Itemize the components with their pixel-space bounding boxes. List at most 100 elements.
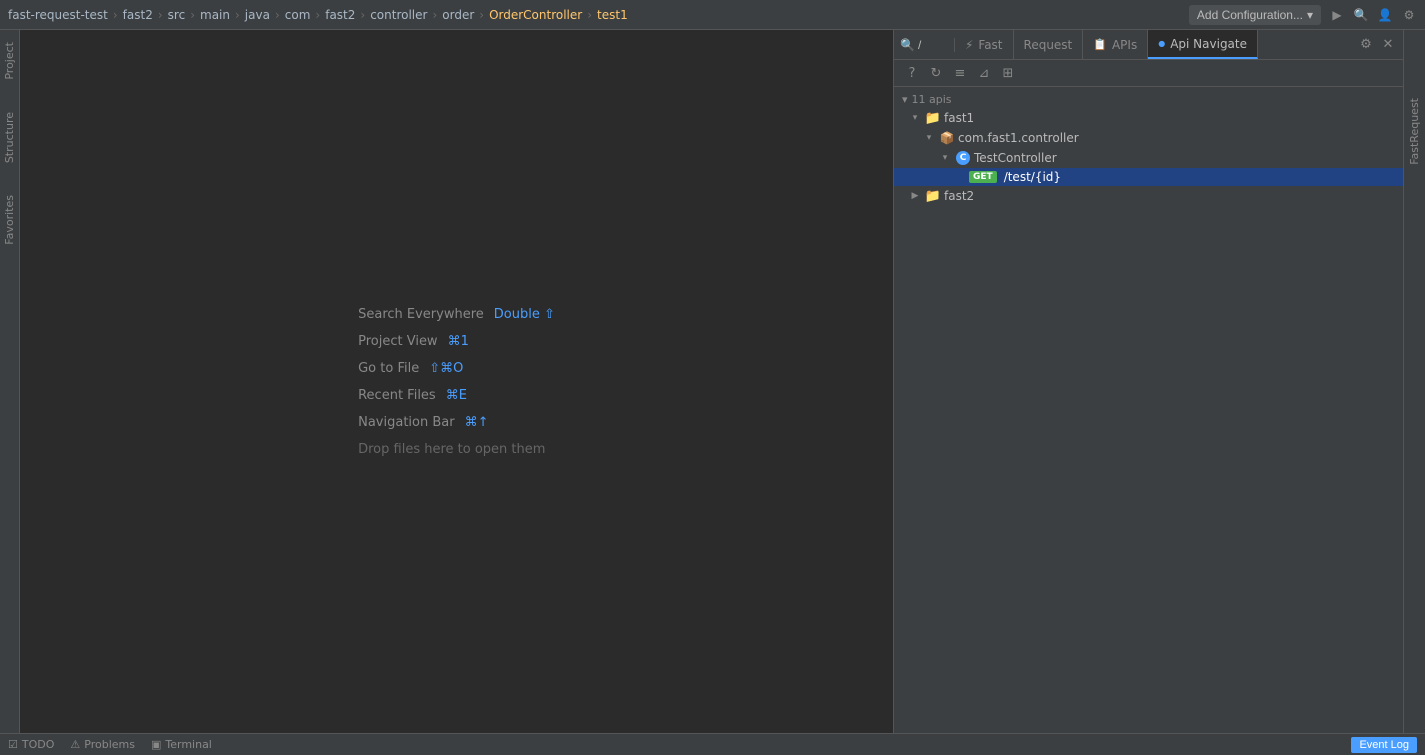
tree-label-package: com.fast1.controller xyxy=(958,131,1079,145)
add-configuration-button[interactable]: Add Configuration... ▾ xyxy=(1189,5,1321,25)
top-bar: fast-request-test › fast2 › src › main ›… xyxy=(0,0,1425,30)
breadcrumb-controller[interactable]: controller xyxy=(370,8,427,22)
hint-search-shortcut: Double ⇧ xyxy=(494,307,555,322)
panel-header-actions: ⚙ ✕ xyxy=(1355,34,1403,56)
settings-panel-icon[interactable]: ⚙ xyxy=(1355,34,1377,56)
tree-label-fast2: fast2 xyxy=(944,189,974,203)
tree-item-package[interactable]: ▾ 📦 com.fast1.controller xyxy=(894,128,1403,148)
get-badge: GET xyxy=(969,171,997,183)
right-edge-sidebar: FastRequest xyxy=(1403,30,1425,733)
folder-icon-fast1: 📁 xyxy=(925,110,941,126)
hint-drop-label: Drop files here to open them xyxy=(358,442,545,457)
right-panel-header: 🔍 ⚡ Fast Request 📋 APIs ● Api Navigate ⚙ xyxy=(894,30,1403,60)
breadcrumb-class[interactable]: OrderController xyxy=(489,8,582,22)
right-panel: 🔍 ⚡ Fast Request 📋 APIs ● Api Navigate ⚙ xyxy=(893,30,1403,733)
add-config-label: Add Configuration... xyxy=(1197,8,1303,22)
class-icon-test-controller: C xyxy=(955,150,971,166)
search-icon-panel: 🔍 xyxy=(900,38,915,52)
breadcrumb: fast-request-test › fast2 › src › main ›… xyxy=(8,8,628,22)
apis-tab-label: APIs xyxy=(1112,38,1137,52)
request-tab-label: Request xyxy=(1024,38,1073,52)
chevron-down-icon: ▾ xyxy=(908,111,922,125)
todo-icon: ☑ xyxy=(8,738,18,751)
breadcrumb-module[interactable]: fast2 xyxy=(123,8,153,22)
tree-root-count: ▾ 11 apis xyxy=(894,91,1403,108)
panel-search-area: 🔍 xyxy=(894,38,955,52)
sidebar-item-favorites[interactable]: Favorites xyxy=(0,187,19,253)
apis-tab-icon: 📋 xyxy=(1093,38,1107,51)
tab-request[interactable]: Request xyxy=(1014,30,1084,59)
tab-apis[interactable]: 📋 APIs xyxy=(1083,30,1148,59)
settings-icon[interactable]: ⚙ xyxy=(1401,7,1417,23)
breadcrumb-fast2[interactable]: fast2 xyxy=(325,8,355,22)
main-layout: Project Structure Favorites Search Every… xyxy=(0,30,1425,733)
breadcrumb-project[interactable]: fast-request-test xyxy=(8,8,108,22)
status-terminal[interactable]: ▣ Terminal xyxy=(151,738,212,751)
breadcrumb-method[interactable]: test1 xyxy=(597,8,628,22)
tree-label-fast1: fast1 xyxy=(944,111,974,125)
run-button[interactable]: ▶ xyxy=(1329,7,1345,23)
breadcrumb-com[interactable]: com xyxy=(285,8,311,22)
status-todo[interactable]: ☑ TODO xyxy=(8,738,54,751)
problems-label: Problems xyxy=(84,738,135,751)
hint-search-label: Search Everywhere xyxy=(358,307,484,322)
filter-icon[interactable]: ⊿ xyxy=(974,63,994,83)
fast-tab-label: Fast xyxy=(978,38,1002,52)
hint-navbar-label: Navigation Bar xyxy=(358,415,454,430)
breadcrumb-main[interactable]: main xyxy=(200,8,230,22)
api-navigate-tab-icon: ● xyxy=(1158,39,1165,48)
fast-tab-icon: ⚡ xyxy=(965,38,973,52)
hint-recent-label: Recent Files xyxy=(358,388,436,403)
tab-api-navigate[interactable]: ● Api Navigate xyxy=(1148,30,1258,59)
event-log-button[interactable]: Event Log xyxy=(1351,737,1417,753)
hint-project-shortcut: ⌘1 xyxy=(448,334,469,349)
tree-toolbar: ? ↻ ≡ ⊿ ⊞ xyxy=(894,60,1403,87)
grid-icon[interactable]: ⊞ xyxy=(998,63,1018,83)
hint-navbar-shortcut: ⌘↑ xyxy=(465,415,489,430)
chevron-right-icon: ▶ xyxy=(908,189,922,203)
hint-navbar: Navigation Bar ⌘↑ xyxy=(358,415,555,430)
package-icon: 📦 xyxy=(939,130,955,146)
hint-search: Search Everywhere Double ⇧ xyxy=(358,307,555,322)
todo-label: TODO xyxy=(22,738,55,751)
tree-root-label-text: 11 apis xyxy=(912,93,952,106)
editor-area: Search Everywhere Double ⇧ Project View … xyxy=(20,30,893,733)
tree-item-test-get[interactable]: GET /test/{id} xyxy=(894,168,1403,186)
api-navigate-tab-label: Api Navigate xyxy=(1170,37,1247,51)
breadcrumb-order[interactable]: order xyxy=(442,8,474,22)
list-icon[interactable]: ≡ xyxy=(950,63,970,83)
fast-request-label[interactable]: FastRequest xyxy=(1405,90,1424,173)
tree-item-fast2[interactable]: ▶ 📁 fast2 xyxy=(894,186,1403,206)
search-icon[interactable]: 🔍 xyxy=(1353,7,1369,23)
top-bar-right: Add Configuration... ▾ ▶ 🔍 👤 ⚙ xyxy=(1189,5,1417,25)
problems-icon: ⚠ xyxy=(70,738,80,751)
hint-recent: Recent Files ⌘E xyxy=(358,388,555,403)
sidebar-item-structure[interactable]: Structure xyxy=(0,104,19,171)
hint-goto-shortcut: ⇧⌘O xyxy=(429,361,463,376)
breadcrumb-src[interactable]: src xyxy=(168,8,186,22)
left-sidebar: Project Structure Favorites xyxy=(0,30,20,733)
dropdown-arrow-icon: ▾ xyxy=(1307,8,1313,22)
refresh-icon[interactable]: ↻ xyxy=(926,63,946,83)
sidebar-item-project[interactable]: Project xyxy=(0,34,19,88)
tab-fast[interactable]: ⚡ Fast xyxy=(955,30,1014,59)
chevron-down-icon: ▾ xyxy=(922,131,936,145)
hint-goto-label: Go to File xyxy=(358,361,419,376)
user-icon[interactable]: 👤 xyxy=(1377,7,1393,23)
api-path-test-id: /test/{id} xyxy=(1004,170,1061,184)
tree-item-test-controller[interactable]: ▾ C TestController xyxy=(894,148,1403,168)
help-icon[interactable]: ? xyxy=(902,63,922,83)
hint-project-label: Project View xyxy=(358,334,437,349)
tree-item-fast1[interactable]: ▾ 📁 fast1 xyxy=(894,108,1403,128)
close-panel-icon[interactable]: ✕ xyxy=(1377,34,1399,56)
folder-icon-fast2: 📁 xyxy=(925,188,941,204)
spacer-icon xyxy=(952,170,966,184)
hint-drop: Drop files here to open them xyxy=(358,442,555,457)
tree-label-test-controller: TestController xyxy=(974,151,1057,165)
status-bar: ☑ TODO ⚠ Problems ▣ Terminal Event Log xyxy=(0,733,1425,755)
hint-goto: Go to File ⇧⌘O xyxy=(358,361,555,376)
breadcrumb-java[interactable]: java xyxy=(245,8,270,22)
status-problems[interactable]: ⚠ Problems xyxy=(70,738,135,751)
panel-search-input[interactable] xyxy=(918,38,948,52)
api-tree[interactable]: ▾ 11 apis ▾ 📁 fast1 ▾ 📦 com.fast1.contro… xyxy=(894,87,1403,733)
